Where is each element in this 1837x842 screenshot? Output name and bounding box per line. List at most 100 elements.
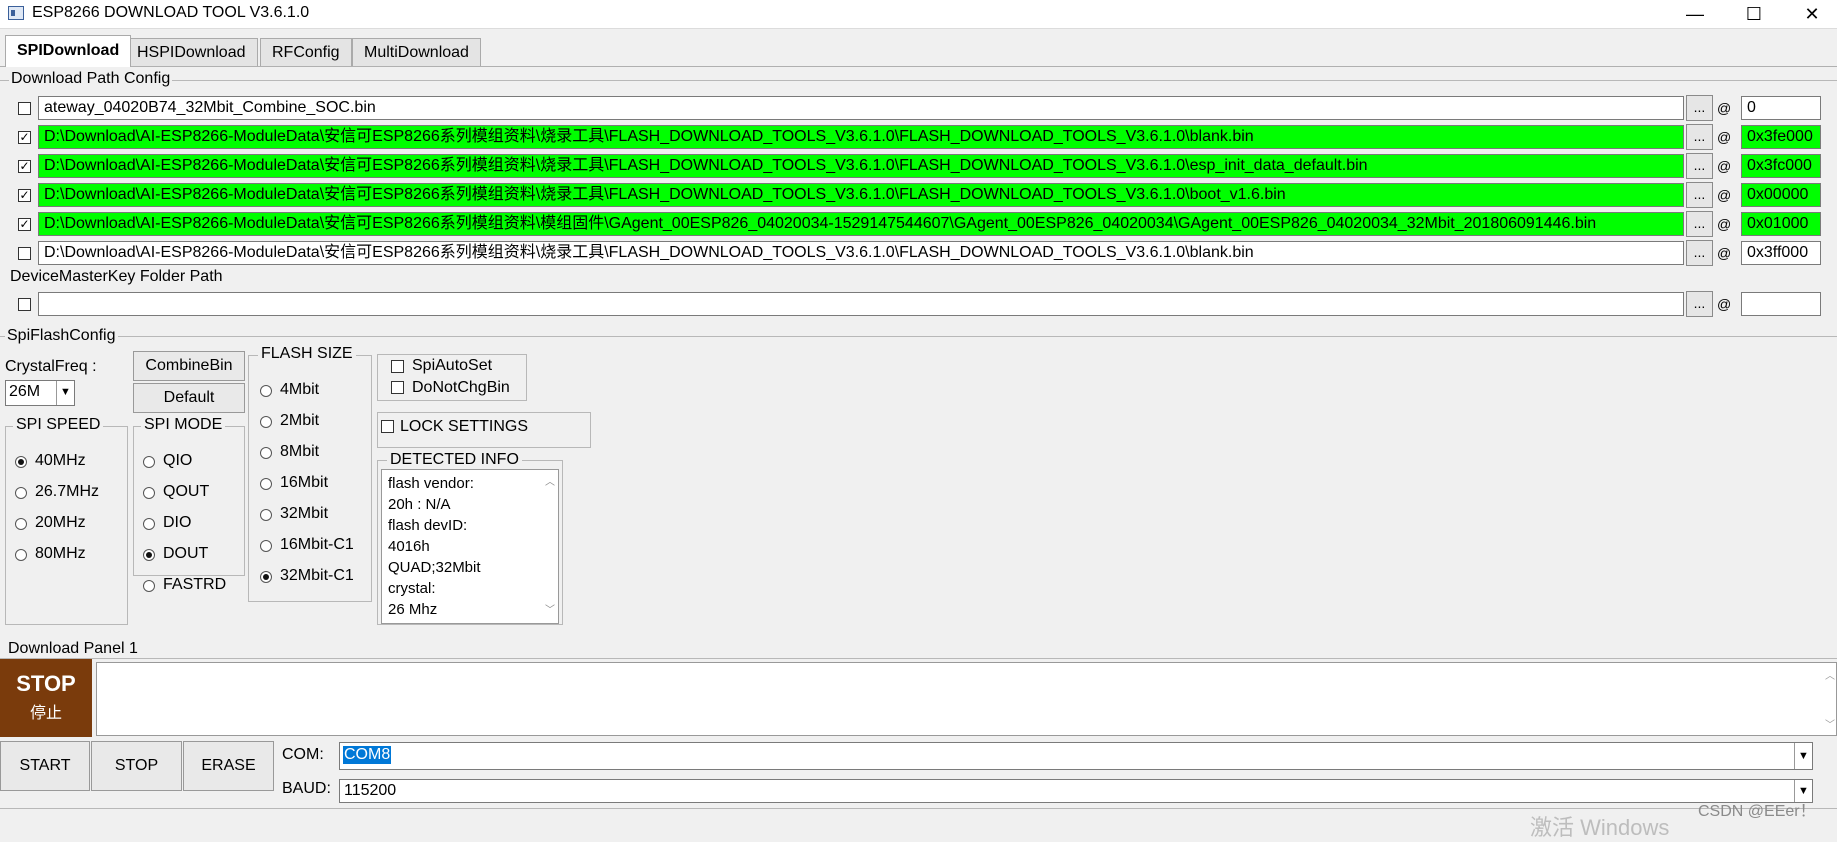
erase-button[interactable]: ERASE xyxy=(183,741,274,791)
chevron-down-icon[interactable]: ﹀ xyxy=(1825,716,1835,731)
path-row-checkbox[interactable]: ✓ xyxy=(18,189,31,202)
tab-spidownload[interactable]: SPIDownload xyxy=(5,35,132,67)
spiautoset-label: SpiAutoSet xyxy=(412,357,493,374)
path-row-addr-field[interactable]: 0x3fe000 xyxy=(1741,125,1821,149)
radio-button[interactable] xyxy=(260,509,272,521)
path-row-field[interactable]: D:\Download\AI-ESP8266-ModuleData\安信可ESP… xyxy=(38,125,1684,149)
radio-button[interactable] xyxy=(260,478,272,490)
path-row-browse-button[interactable]: ... xyxy=(1686,153,1713,179)
detected-info-text[interactable]: flash vendor: 20h : N/A flash devID: 4016h Q… xyxy=(381,469,559,624)
bottom-divider xyxy=(0,808,1837,809)
chevron-down-icon[interactable]: ▼ xyxy=(1794,743,1812,769)
devicekey-path-field[interactable] xyxy=(38,292,1684,316)
radio-label: 4Mbit xyxy=(280,381,320,398)
radio-label: QOUT xyxy=(163,483,210,500)
radio-label: 40MHz xyxy=(35,452,86,469)
radio-button[interactable] xyxy=(260,540,272,552)
status-stop-cn-text: 停止 xyxy=(29,705,62,722)
radio-label: 80MHz xyxy=(35,545,86,562)
spiautoset-checkbox[interactable] xyxy=(391,360,404,373)
minimize-button[interactable]: — xyxy=(1667,0,1723,28)
window-title: ESP8266 DOWNLOAD TOOL V3.6.1.0 xyxy=(32,4,310,21)
start-button[interactable]: START xyxy=(0,741,90,791)
status-stop-indicator: STOP 停止 xyxy=(0,659,92,737)
path-row-field[interactable]: D:\Download\AI-ESP8266-ModuleData\安信可ESP… xyxy=(38,212,1684,236)
close-button[interactable]: ✕ xyxy=(1784,0,1837,28)
path-row-addr-field[interactable]: 0x3ff000 xyxy=(1741,241,1821,265)
combinebin-button[interactable]: CombineBin xyxy=(133,351,245,381)
lock-settings-checkbox[interactable] xyxy=(381,420,394,433)
path-row-checkbox[interactable]: ✓ xyxy=(18,131,31,144)
radio-button[interactable] xyxy=(15,549,27,561)
path-row-browse-button[interactable]: ... xyxy=(1686,124,1713,150)
radio-button[interactable] xyxy=(15,456,27,468)
donotchgbin-label: DoNotChgBin xyxy=(412,379,510,396)
radio-label: DIO xyxy=(163,514,192,531)
path-row-checkbox[interactable]: ✓ xyxy=(18,218,31,231)
path-row-checkbox[interactable] xyxy=(18,102,31,115)
crystal-label: CrystalFreq : xyxy=(5,358,97,375)
path-row-at-label: @ xyxy=(1717,100,1732,116)
path-row-field[interactable]: ateway_04020B74_32Mbit_Combine_SOC.bin xyxy=(38,96,1684,120)
path-row-field[interactable]: D:\Download\AI-ESP8266-ModuleData\安信可ESP… xyxy=(38,241,1684,265)
radio-button[interactable] xyxy=(260,447,272,459)
path-row-addr-field[interactable]: 0x00000 xyxy=(1741,183,1821,207)
radio-button[interactable] xyxy=(143,487,155,499)
chevron-up-icon[interactable]: ︿ xyxy=(542,472,558,493)
path-row-field[interactable]: D:\Download\AI-ESP8266-ModuleData\安信可ESP… xyxy=(38,183,1684,207)
status-stop-text: STOP xyxy=(16,671,76,696)
maximize-button[interactable]: ☐ xyxy=(1726,0,1782,28)
radio-button[interactable] xyxy=(260,385,272,397)
path-row-addr-field[interactable]: 0 xyxy=(1741,96,1821,120)
tab-multidownload[interactable]: MultiDownload xyxy=(352,38,481,66)
tab-rfconfig[interactable]: RFConfig xyxy=(260,38,352,66)
radio-label: QIO xyxy=(163,452,193,469)
com-select[interactable]: COM8 ▼ xyxy=(339,742,1813,770)
radio-label: 32Mbit-C1 xyxy=(280,567,354,584)
detected-info-scrollbar[interactable]: ︿ ﹀ xyxy=(542,470,558,623)
download-log[interactable]: ︿ ﹀ xyxy=(96,662,1837,736)
devicekey-checkbox[interactable] xyxy=(18,298,31,311)
tab-hspidownload[interactable]: HSPIDownload xyxy=(125,38,258,66)
radio-button[interactable] xyxy=(143,518,155,530)
radio-button[interactable] xyxy=(143,549,155,561)
devicekey-label: DeviceMasterKey Folder Path xyxy=(10,268,223,285)
crystal-select[interactable]: 26M ▼ xyxy=(5,380,75,406)
activation-watermark: 激活 Windows xyxy=(1530,815,1670,840)
radio-label: 2Mbit xyxy=(280,412,320,429)
stop-button[interactable]: STOP xyxy=(91,741,182,791)
path-row-addr-field[interactable]: 0x01000 xyxy=(1741,212,1821,236)
com-value: COM8 xyxy=(343,746,392,764)
radio-label: 16Mbit xyxy=(280,474,329,491)
detected-info-line: flash devID: xyxy=(388,517,468,534)
radio-button[interactable] xyxy=(15,518,27,530)
path-row-browse-button[interactable]: ... xyxy=(1686,240,1713,266)
devicekey-addr-field[interactable] xyxy=(1741,292,1821,316)
detected-info-line: 26 Mhz xyxy=(388,601,438,618)
path-row-field[interactable]: D:\Download\AI-ESP8266-ModuleData\安信可ESP… xyxy=(38,154,1684,178)
radio-button[interactable] xyxy=(143,456,155,468)
devicekey-at-label: @ xyxy=(1717,296,1732,312)
path-row-browse-button[interactable]: ... xyxy=(1686,211,1713,237)
spi-mode-title: SPI MODE xyxy=(141,416,226,434)
path-row-checkbox[interactable] xyxy=(18,247,31,260)
flash-size-title: FLASH SIZE xyxy=(258,345,356,363)
path-row-at-label: @ xyxy=(1717,158,1732,174)
path-row-checkbox[interactable]: ✓ xyxy=(18,160,31,173)
chevron-down-icon[interactable]: ▼ xyxy=(56,381,74,405)
radio-button[interactable] xyxy=(260,571,272,583)
default-button[interactable]: Default xyxy=(133,383,245,413)
path-row-browse-button[interactable]: ... xyxy=(1686,182,1713,208)
radio-button[interactable] xyxy=(15,487,27,499)
radio-button[interactable] xyxy=(260,416,272,428)
baud-select[interactable]: 115200 ▼ xyxy=(339,779,1813,803)
chevron-down-icon[interactable]: ﹀ xyxy=(542,600,558,621)
radio-label: 8Mbit xyxy=(280,443,320,460)
devicekey-browse-button[interactable]: ... xyxy=(1686,291,1713,317)
donotchgbin-checkbox[interactable] xyxy=(391,381,404,394)
csdn-watermark: CSDN @EEer！ xyxy=(1698,803,1816,820)
path-row-browse-button[interactable]: ... xyxy=(1686,95,1713,121)
path-row-addr-field[interactable]: 0x3fc000 xyxy=(1741,154,1821,178)
chevron-up-icon[interactable]: ︿ xyxy=(1825,667,1835,682)
radio-button[interactable] xyxy=(143,580,155,592)
